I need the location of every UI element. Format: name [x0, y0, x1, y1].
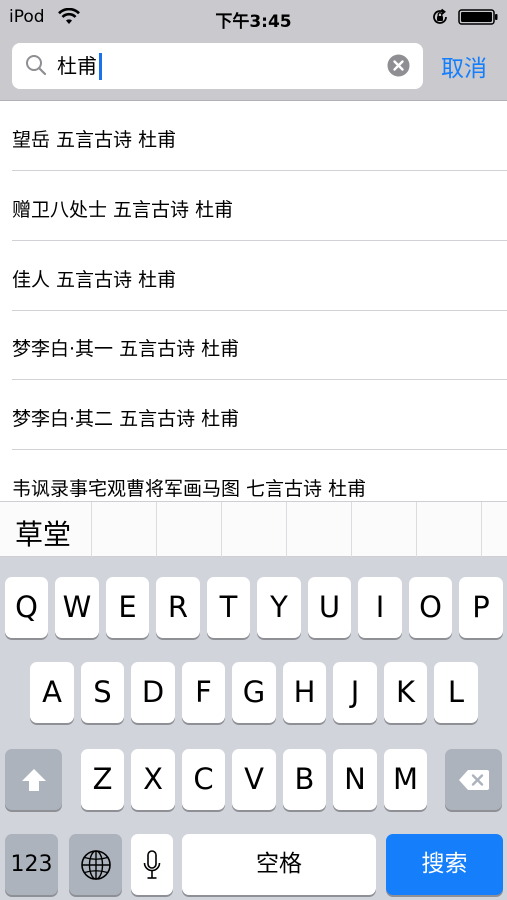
- search-bar: 杜甫 取消: [0, 34, 507, 101]
- result-item[interactable]: 佳人 五言古诗 杜甫: [0, 241, 507, 311]
- candidate-bar: 草堂: [0, 501, 507, 557]
- key-x[interactable]: X: [131, 749, 175, 810]
- key-y[interactable]: Y: [257, 577, 301, 638]
- candidate-divider: [416, 502, 417, 557]
- search-input-value: 杜甫: [57, 54, 97, 78]
- key-c[interactable]: C: [182, 749, 225, 810]
- rotation-lock-icon: [431, 8, 449, 30]
- key-l[interactable]: L: [434, 662, 478, 723]
- key-p[interactable]: P: [459, 577, 503, 638]
- clear-icon[interactable]: [387, 54, 410, 81]
- cancel-button[interactable]: 取消: [441, 49, 487, 83]
- key-k[interactable]: K: [384, 662, 427, 723]
- candidate-divider: [351, 502, 352, 557]
- key-o[interactable]: O: [409, 577, 452, 638]
- result-label: 望岳 五言古诗 杜甫: [12, 129, 177, 151]
- key-d[interactable]: D: [131, 662, 175, 723]
- key-j[interactable]: J: [333, 662, 377, 723]
- candidate-divider: [286, 502, 287, 557]
- status-bar: iPod 下午3:45: [0, 0, 507, 34]
- numbers-key[interactable]: 123: [5, 834, 58, 895]
- key-u[interactable]: U: [308, 577, 351, 638]
- search-input[interactable]: 杜甫: [12, 43, 423, 89]
- candidate-divider: [91, 502, 92, 557]
- result-item[interactable]: 赠卫八处士 五言古诗 杜甫: [0, 171, 507, 241]
- result-item[interactable]: 韦讽录事宅观曹将军画马图 七言古诗 杜甫: [0, 450, 507, 501]
- key-a[interactable]: A: [30, 662, 74, 723]
- candidate-word[interactable]: 草堂: [15, 513, 71, 553]
- key-f[interactable]: F: [182, 662, 225, 723]
- key-g[interactable]: G: [232, 662, 276, 723]
- candidate-divider: [481, 502, 482, 557]
- key-b[interactable]: B: [283, 749, 326, 810]
- candidate-divider: [156, 502, 157, 557]
- battery-icon: [458, 9, 499, 29]
- search-results-list: 望岳 五言古诗 杜甫 赠卫八处士 五言古诗 杜甫 佳人 五言古诗 杜甫 梦李白·…: [0, 101, 507, 501]
- key-s[interactable]: S: [81, 662, 124, 723]
- key-h[interactable]: H: [283, 662, 326, 723]
- key-m[interactable]: M: [384, 749, 427, 810]
- result-item[interactable]: 梦李白·其二 五言古诗 杜甫: [0, 380, 507, 450]
- search-icon: [25, 54, 47, 80]
- key-i[interactable]: I: [358, 577, 402, 638]
- key-r[interactable]: R: [156, 577, 200, 638]
- shift-key[interactable]: [5, 749, 62, 810]
- key-w[interactable]: W: [55, 577, 99, 638]
- result-label: 韦讽录事宅观曹将军画马图 七言古诗 杜甫: [12, 478, 367, 500]
- result-label: 梦李白·其一 五言古诗 杜甫: [12, 338, 240, 360]
- delete-key[interactable]: [445, 749, 502, 810]
- key-e[interactable]: E: [106, 577, 149, 638]
- key-v[interactable]: V: [232, 749, 276, 810]
- space-key[interactable]: 空格: [182, 834, 376, 895]
- candidate-divider: [221, 502, 222, 557]
- dictation-key[interactable]: [131, 834, 173, 895]
- result-label: 梦李白·其二 五言古诗 杜甫: [12, 408, 240, 430]
- search-key[interactable]: 搜索: [386, 834, 503, 895]
- key-t[interactable]: T: [207, 577, 250, 638]
- key-z[interactable]: Z: [81, 749, 124, 810]
- key-n[interactable]: N: [333, 749, 377, 810]
- result-item[interactable]: 望岳 五言古诗 杜甫: [0, 101, 507, 171]
- key-q[interactable]: Q: [5, 577, 48, 638]
- result-label: 佳人 五言古诗 杜甫: [12, 269, 177, 291]
- result-label: 赠卫八处士 五言古诗 杜甫: [12, 199, 234, 221]
- result-item[interactable]: 梦李白·其一 五言古诗 杜甫: [0, 310, 507, 380]
- globe-key[interactable]: [69, 834, 122, 895]
- keyboard: Q W E R T Y U I O P A S D F G H J K L Z …: [0, 557, 507, 900]
- text-cursor: [99, 53, 102, 80]
